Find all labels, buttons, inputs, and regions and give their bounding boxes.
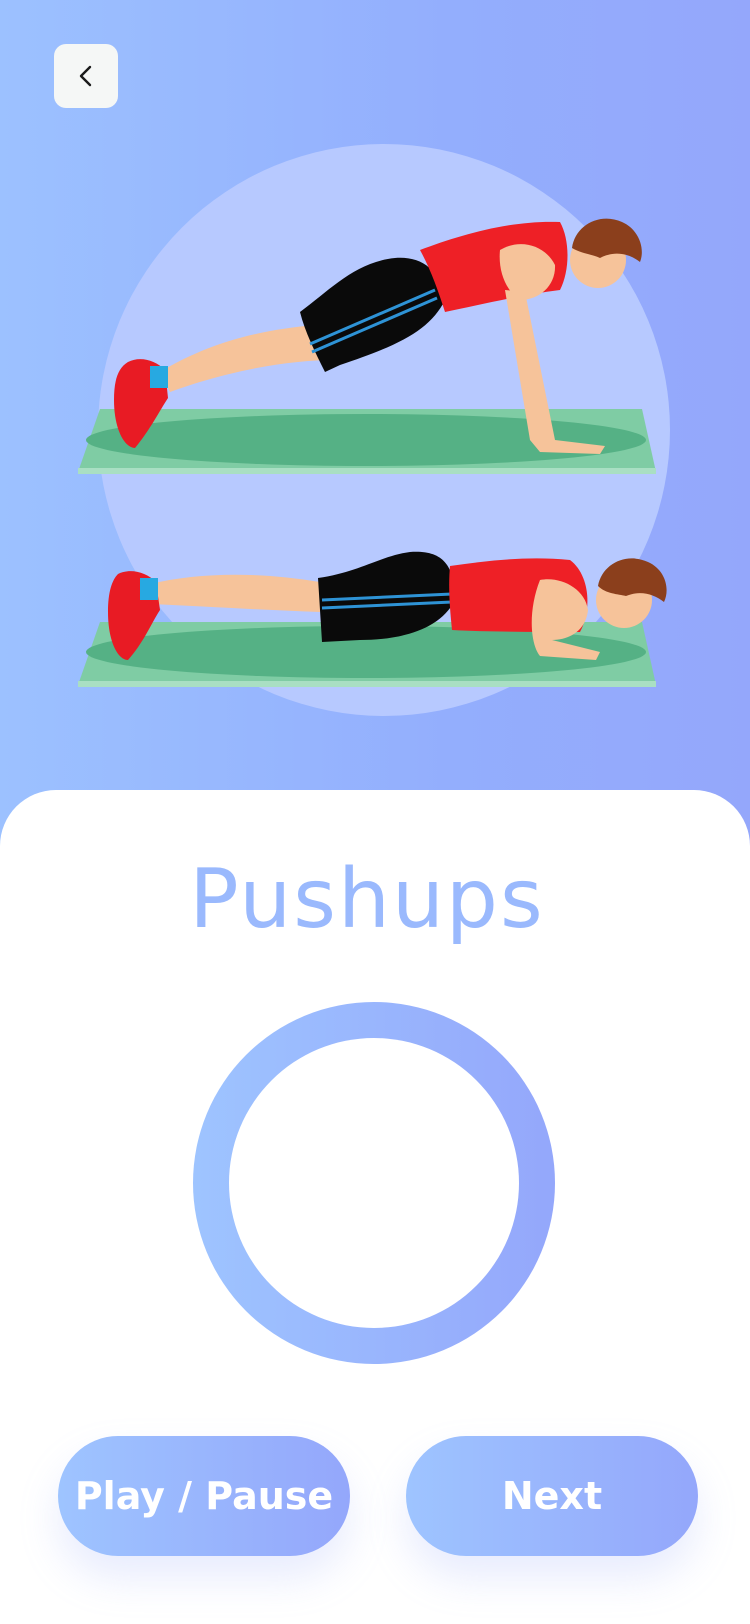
chevron-left-icon bbox=[79, 65, 92, 87]
timer-ring-center bbox=[229, 1038, 519, 1328]
back-button[interactable] bbox=[54, 44, 118, 108]
play-pause-button[interactable]: Play / Pause bbox=[58, 1436, 350, 1556]
timer-ring bbox=[193, 1002, 555, 1364]
next-button[interactable]: Next bbox=[406, 1436, 698, 1556]
exercise-title: Pushups bbox=[189, 852, 545, 947]
pushup-illustration bbox=[78, 144, 670, 716]
